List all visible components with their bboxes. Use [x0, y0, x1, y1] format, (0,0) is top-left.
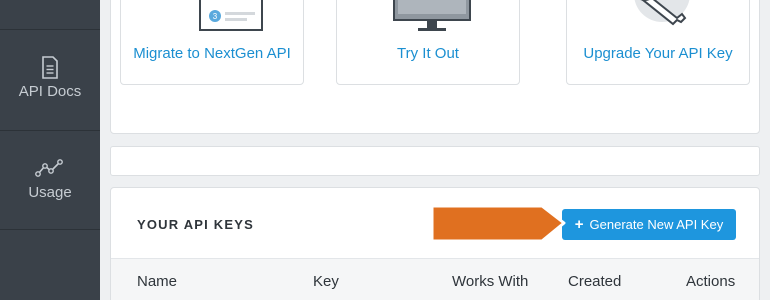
sidebar-divider — [0, 130, 100, 131]
column-header-created[interactable]: Created — [568, 273, 621, 290]
button-label: Generate New API Key — [589, 217, 724, 232]
column-header-works-with[interactable]: Works With — [452, 273, 528, 290]
tile-label: Upgrade Your API Key — [583, 45, 733, 62]
upgrade-api-key-tile[interactable]: Upgrade Your API Key — [566, 0, 750, 85]
sidebar-item-usage[interactable]: Usage — [0, 158, 100, 201]
key-icon — [617, 0, 707, 41]
generate-api-key-button[interactable]: + Generate New API Key — [562, 209, 736, 240]
api-keys-table-header: Name Key Works With Created Actions — [111, 258, 759, 300]
monitor-icon — [392, 0, 472, 41]
tile-label: Migrate to NextGen API — [133, 45, 291, 62]
sidebar-item-api-docs[interactable]: API Docs — [0, 55, 100, 100]
sidebar-item-label: Usage — [28, 184, 72, 201]
try-it-out-tile[interactable]: Try It Out — [336, 0, 520, 85]
sidebar-divider — [0, 229, 100, 230]
migrate-nextgen-tile[interactable]: 3 Migrate to NextGen API — [120, 0, 304, 85]
tile-label: Try It Out — [397, 45, 459, 62]
badge-number: 3 — [213, 12, 218, 21]
quick-links-panel: 3 Migrate to NextGen API Try It Out Upgr… — [110, 0, 760, 134]
pointer-arrow-icon — [430, 204, 570, 249]
card-icon: 3 — [198, 0, 264, 39]
column-header-actions[interactable]: Actions — [686, 273, 735, 290]
sidebar-item-label: API Docs — [18, 83, 82, 100]
line-chart-icon — [0, 158, 100, 184]
empty-panel — [110, 146, 760, 176]
column-header-key[interactable]: Key — [313, 273, 339, 290]
section-title: YOUR API KEYS — [137, 217, 254, 232]
document-icon — [0, 55, 100, 83]
column-header-name[interactable]: Name — [137, 273, 177, 290]
plus-icon: + — [574, 216, 584, 233]
sidebar-divider — [0, 29, 100, 30]
sidebar: API Docs Usage — [0, 0, 100, 300]
